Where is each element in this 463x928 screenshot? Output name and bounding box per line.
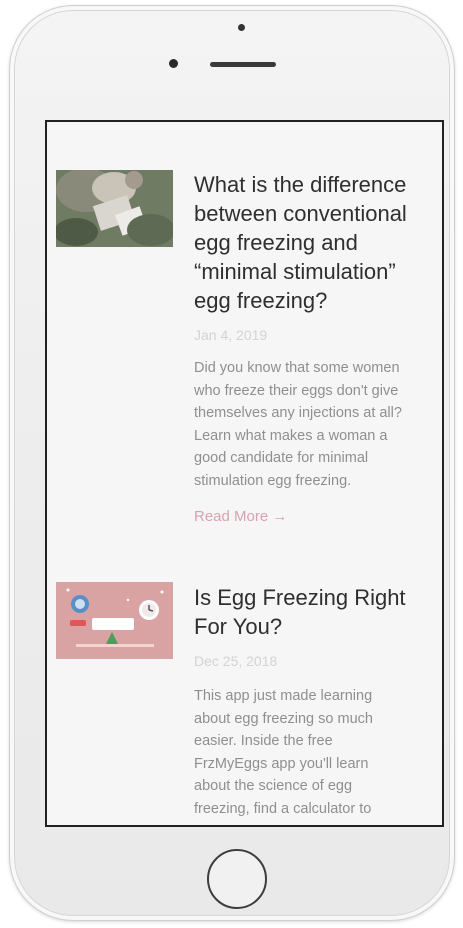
post-title[interactable]: What is the difference between conventio… — [194, 170, 442, 315]
post-thumbnail[interactable] — [56, 582, 173, 659]
phone-frame: What is the difference between conventio… — [9, 5, 455, 921]
post-date: Jan 4, 2019 — [194, 327, 268, 343]
post-excerpt: This app just made learning about egg fr… — [194, 688, 373, 817]
calendar-illustration-image — [56, 582, 173, 659]
post-thumbnail[interactable] — [56, 170, 173, 247]
phone-screen: What is the difference between conventio… — [45, 120, 444, 827]
post-excerpt: Did you know that some women who freeze … — [194, 360, 402, 489]
proximity-sensor — [238, 24, 245, 31]
home-button[interactable] — [207, 849, 267, 909]
front-camera — [169, 59, 178, 68]
woman-reading-image — [56, 170, 173, 247]
post-title[interactable]: Is Egg Freezing Right For You? — [194, 583, 442, 641]
post-date: Dec 25, 2018 — [194, 653, 278, 669]
earpiece-speaker — [210, 62, 276, 67]
read-more-link[interactable]: Read More → — [194, 508, 287, 525]
